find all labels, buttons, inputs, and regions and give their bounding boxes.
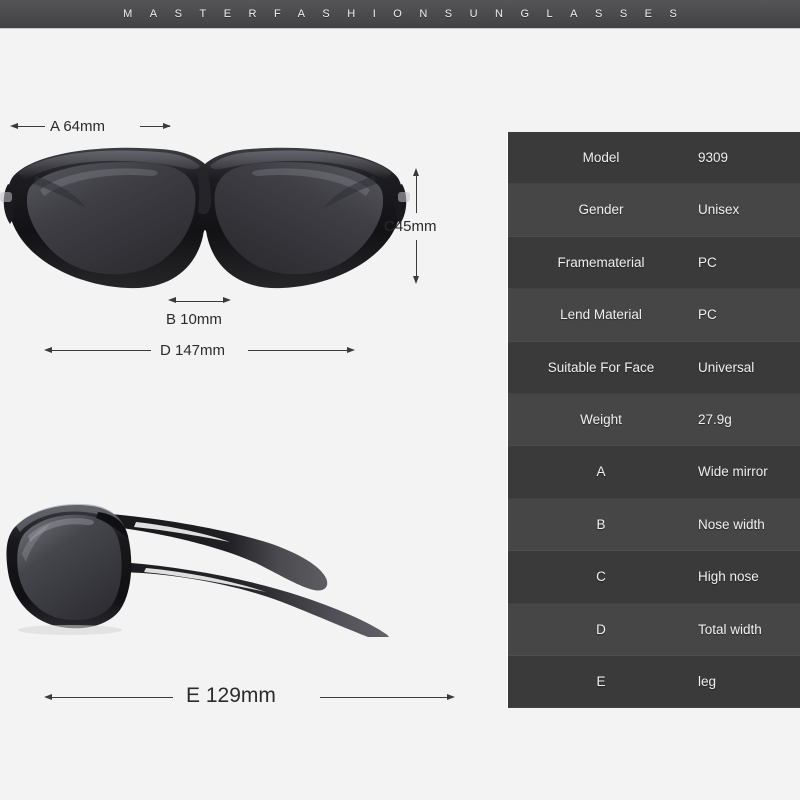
dimension-c-arrow-down [412, 276, 419, 284]
spec-row-value: 27.9g [698, 412, 732, 428]
sunglasses-front-view-photo [0, 140, 410, 305]
spec-row: D Total width [508, 603, 800, 657]
spec-row: Suitable For Face Universal [508, 341, 800, 395]
specification-table: Model 9309 Gender Unisex Framematerial PC Lend… [508, 132, 800, 708]
spec-row-label: A [596, 464, 606, 480]
spec-row-value: 9309 [698, 150, 729, 166]
product-spec-page: MASTERFASHIONSUNGLASSES A 64mm C45mm B 1… [0, 0, 800, 800]
brand-banner: MASTERFASHIONSUNGLASSES [0, 0, 800, 29]
spec-row-label: Suitable For Face [547, 359, 655, 375]
dimension-c-line-top [416, 175, 417, 213]
spec-row-value: leg [698, 674, 717, 689]
dimension-b-line [175, 300, 225, 302]
dimension-b-label: B 10mm [166, 311, 222, 328]
sunglasses-side-view-photo [0, 492, 460, 637]
spec-row-value: Nose width [698, 516, 765, 532]
brand-banner-text: MASTERFASHIONSUNGLASSES [123, 7, 695, 20]
spec-row: Weight 27.9g [508, 393, 800, 447]
spec-row: Gender Unisex [508, 184, 800, 238]
spec-row-label: E [596, 674, 606, 689]
spec-row: B Nose width [508, 498, 800, 552]
dimension-d-line-left [51, 350, 151, 351]
spec-row: C High nose [508, 551, 800, 604]
spec-row: Model 9309 [508, 132, 800, 185]
spec-row-label: Lend Material [560, 307, 642, 323]
spec-row: Eleg [508, 655, 800, 708]
spec-row-value: PC [698, 254, 717, 270]
dimension-e-line-left [51, 697, 173, 698]
spec-row: A Wide mirror [508, 446, 800, 500]
spec-row-label: C [596, 569, 606, 585]
spec-row: Lend Material PC [508, 289, 800, 342]
spec-row-value: Unisex [698, 202, 740, 218]
spec-row-value: Universal [698, 359, 755, 375]
spec-row: Framematerial PC [508, 236, 800, 290]
dimension-a-arrow-right [163, 122, 171, 129]
dimension-e-arrow-right [447, 693, 455, 700]
spec-row-value: Total width [698, 621, 762, 637]
dimension-a-line-left [17, 126, 45, 127]
spec-row-value: PC [698, 307, 717, 323]
dimension-d-arrow-right [347, 346, 355, 353]
dimension-d-label: D 147mm [160, 342, 226, 359]
dimension-c-label: C45mm [384, 218, 437, 235]
spec-row-label: Gender [578, 202, 624, 218]
dimension-a-label: A 64mm [50, 118, 106, 135]
spec-row-label: Model [582, 150, 620, 166]
spec-row-label: B [596, 516, 606, 532]
spec-row-label: D [596, 621, 606, 637]
dimension-d-line-right [248, 350, 348, 351]
spec-row-label: Framematerial [557, 254, 645, 270]
dimension-b-arrow-right [223, 297, 231, 303]
spec-row-value: Wide mirror [698, 464, 768, 480]
spec-row-value: High nose [698, 569, 759, 585]
dimension-c-line-bottom [416, 240, 417, 278]
dimension-e-label: E 129mm [186, 684, 276, 707]
dimension-e-line-right [320, 697, 448, 698]
spec-row-label: Weight [580, 412, 622, 428]
